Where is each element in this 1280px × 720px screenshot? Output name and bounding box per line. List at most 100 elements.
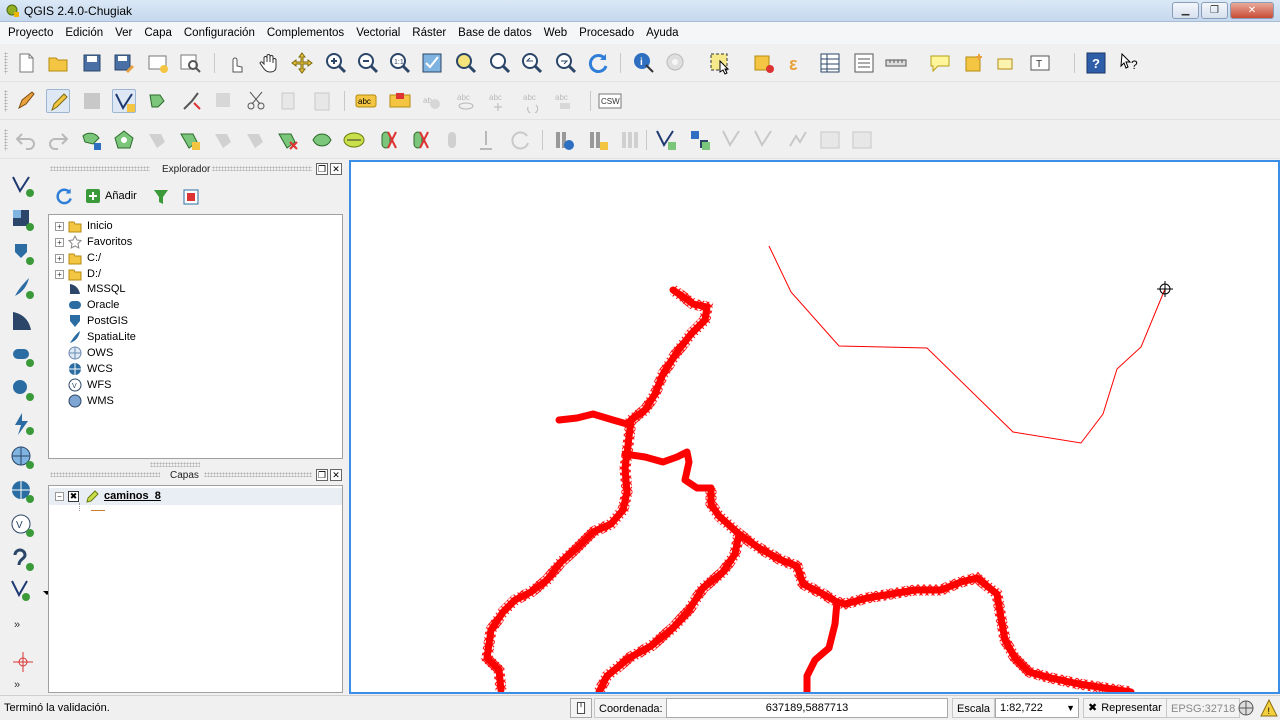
interpolation-icon[interactable] [720, 128, 744, 152]
run-action-icon[interactable] [664, 51, 688, 75]
menu-proyecto[interactable]: Proyecto [2, 22, 59, 44]
road-line-thin[interactable] [768, 245, 1166, 444]
label-rotate-icon[interactable]: abc [520, 89, 544, 113]
fill-ring-icon[interactable] [178, 128, 202, 152]
toolbar-handle[interactable] [4, 90, 8, 112]
add-vector-layer-icon[interactable] [10, 173, 36, 199]
menu-ayuda[interactable]: Ayuda [640, 22, 684, 44]
undo-icon[interactable] [14, 128, 38, 152]
label-icon[interactable]: abc [354, 89, 378, 113]
expand-icon[interactable]: + [55, 221, 64, 231]
filter-icon[interactable] [152, 188, 170, 206]
offset-curve-icon[interactable] [310, 128, 334, 152]
csw-icon[interactable]: CSW [598, 89, 622, 113]
tree-item-inicio[interactable]: + Inicio [55, 218, 113, 234]
add-part-icon[interactable] [146, 128, 170, 152]
crs-button[interactable]: EPSG:32718 [1166, 698, 1241, 718]
tree-item-oracle[interactable]: Oracle [55, 297, 119, 313]
whats-this-icon[interactable]: ? [1118, 51, 1142, 75]
add-sql-anywhere-layer-icon[interactable] [10, 377, 36, 403]
warning-icon[interactable]: ! [1260, 698, 1278, 718]
panel-float-button[interactable]: ❐ [316, 469, 328, 481]
select-features-icon[interactable] [708, 51, 732, 75]
add-feature-icon[interactable] [112, 89, 136, 113]
statistics-icon[interactable] [852, 51, 876, 75]
zoom-last-icon[interactable] [520, 51, 544, 75]
zoom-out-icon[interactable] [356, 51, 380, 75]
map-canvas[interactable] [349, 160, 1280, 694]
save-as-icon[interactable] [112, 51, 136, 75]
label-pin-icon[interactable] [388, 89, 412, 113]
render-checkbox[interactable]: ✖ Representar [1083, 698, 1167, 718]
menu-ver[interactable]: Ver [109, 22, 138, 44]
zoom-full-icon[interactable] [420, 51, 444, 75]
chevron-down-icon[interactable] [34, 577, 51, 603]
sql-layer-icon[interactable] [818, 128, 842, 152]
current-edits-icon[interactable] [14, 89, 38, 113]
toolbar-handle[interactable] [4, 129, 8, 151]
panel-float-button[interactable]: ❐ [316, 163, 328, 175]
add-delimited-text-layer-icon[interactable] [10, 411, 36, 437]
tree-item-wfs[interactable]: V WFS [55, 377, 111, 393]
georeferencer-icon[interactable] [654, 128, 678, 152]
measure-icon[interactable] [884, 51, 908, 75]
tree-item-wcs[interactable]: WCS [55, 361, 113, 377]
paste-features-icon[interactable] [310, 89, 334, 113]
add-button[interactable]: Añadir [86, 189, 137, 203]
maximize-button[interactable]: ❐ [1201, 2, 1228, 19]
tree-item-mssql[interactable]: MSSQL [55, 281, 126, 297]
refresh-icon[interactable] [54, 186, 74, 206]
reshape-features-icon[interactable] [276, 128, 300, 152]
simplify-feature-icon[interactable] [80, 128, 104, 152]
map-tips-icon[interactable] [928, 51, 952, 75]
rotate-point-icon[interactable] [474, 128, 498, 152]
label-change-icon[interactable]: abc [552, 89, 576, 113]
chevron-down-icon[interactable]: » [14, 679, 20, 691]
open-project-icon[interactable] [46, 51, 70, 75]
tree-item-wms[interactable]: WMS [55, 393, 114, 409]
split-features-icon[interactable] [342, 128, 366, 152]
collapse-icon[interactable]: − [55, 491, 64, 501]
merge-attributes-icon[interactable] [442, 128, 466, 152]
add-spatialite-layer-icon[interactable] [10, 275, 36, 301]
oracle-georaster-icon[interactable] [850, 128, 874, 152]
capture-coordinate-icon[interactable] [10, 649, 36, 675]
add-virtual-layer-icon[interactable] [10, 547, 36, 573]
menu-complementos[interactable]: Complementos [261, 22, 350, 44]
delete-selected-icon[interactable] [212, 89, 236, 113]
spatialite-manager-icon[interactable] [552, 128, 576, 152]
refresh-icon[interactable] [586, 51, 610, 75]
map-features[interactable] [351, 162, 1278, 692]
menu-raster[interactable]: Ráster [406, 22, 452, 44]
tree-item-favoritos[interactable]: + Favoritos [55, 234, 132, 250]
text-annotation-icon[interactable]: T [1028, 51, 1052, 75]
move-feature-icon[interactable] [146, 89, 170, 113]
collapse-all-icon[interactable] [182, 188, 200, 206]
tree-item-ows[interactable]: OWS [55, 345, 113, 361]
toolbar-handle[interactable] [4, 52, 8, 74]
menu-base-de-datos[interactable]: Base de datos [452, 22, 538, 44]
panel-close-button[interactable]: ✕ [330, 469, 342, 481]
menu-vectorial[interactable]: Vectorial [350, 22, 406, 44]
cut-features-icon[interactable] [244, 89, 268, 113]
add-wcs-layer-icon[interactable] [10, 479, 36, 505]
deselect-icon[interactable] [752, 51, 776, 75]
layer-item[interactable]: − ✖ caminos_8 [55, 488, 161, 504]
pan-icon[interactable] [258, 51, 282, 75]
delete-ring-icon[interactable] [212, 128, 236, 152]
grass-tools-icon[interactable] [618, 128, 642, 152]
road-graph-icon[interactable] [752, 128, 776, 152]
add-postgis-layer-icon[interactable] [10, 241, 36, 267]
menu-procesado[interactable]: Procesado [573, 22, 640, 44]
topology-checker-icon[interactable] [786, 128, 810, 152]
chevron-down-icon[interactable]: » [14, 619, 20, 631]
toggle-extents-mouse-icon[interactable] [570, 698, 592, 718]
expand-icon[interactable]: + [55, 269, 64, 279]
new-print-composer-icon[interactable] [146, 51, 170, 75]
zoom-next-icon[interactable] [554, 51, 578, 75]
delete-part-icon[interactable] [244, 128, 268, 152]
add-ring-icon[interactable] [112, 128, 136, 152]
new-project-icon[interactable] [14, 51, 38, 75]
menu-web[interactable]: Web [538, 22, 573, 44]
copy-features-icon[interactable] [276, 89, 300, 113]
